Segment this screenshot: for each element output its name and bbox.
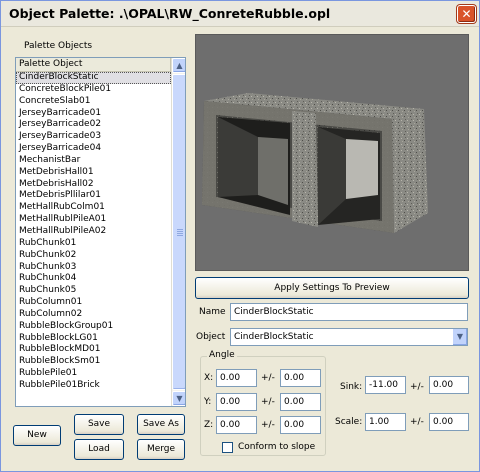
scale-input[interactable]: 1.00 (365, 413, 406, 431)
apply-settings-button[interactable]: Apply Settings To Preview (195, 277, 469, 299)
list-item[interactable]: RubbleBlockMD01 (16, 344, 171, 356)
window-title: Object Palette: .\OPAL\RW_ConreteRubble.… (9, 6, 331, 21)
scrollbar-thumb[interactable] (172, 74, 185, 390)
list-item[interactable]: RubbleBlockLG01 (16, 333, 171, 345)
list-item[interactable]: RubChunk05 (16, 285, 171, 297)
object-select[interactable]: CinderBlockStatic ▼ (230, 328, 468, 346)
list-item[interactable]: ConcreteSlab01 (16, 96, 171, 108)
list-item[interactable]: RubbleBlockSm01 (16, 356, 171, 368)
cinder-block-preview (202, 93, 428, 233)
list-item[interactable]: RubChunk03 (16, 262, 171, 274)
object-label: Object (196, 332, 226, 342)
x-plusminus-label: +/- (261, 373, 275, 383)
list-item[interactable]: RubblePile01 (16, 368, 171, 380)
list-item[interactable]: RubColumn02 (16, 309, 171, 321)
list-item[interactable]: JerseyBarricade02 (16, 119, 171, 131)
object-select-value: CinderBlockStatic (234, 332, 314, 342)
block-center-web (292, 111, 318, 227)
palette-objects-label: Palette Objects (24, 41, 93, 51)
close-icon: ✕ (461, 7, 472, 21)
list-item[interactable]: ConcreteBlockPile01 (16, 84, 171, 96)
palette-object-list[interactable]: Palette Object CinderBlockStatic Concrete… (15, 57, 186, 407)
sink-plusminus-label: +/- (410, 382, 424, 392)
vertical-scrollbar[interactable]: ▲ ▼ (171, 58, 185, 406)
list-item[interactable]: JerseyBarricade03 (16, 131, 171, 143)
list-item[interactable]: RubblePile01Brick (16, 380, 171, 392)
block-right-hole-light (346, 139, 378, 199)
list-item[interactable]: RubChunk02 (16, 250, 171, 262)
scale-variance-input[interactable]: 0.00 (429, 413, 469, 431)
merge-button[interactable]: Merge (137, 439, 185, 460)
load-button[interactable]: Load (74, 439, 124, 460)
angle-x-variance-input[interactable]: 0.00 (280, 369, 321, 387)
list-item[interactable]: RubColumn01 (16, 297, 171, 309)
scale-plusminus-label: +/- (410, 417, 424, 427)
angle-x-input[interactable]: 0.00 (216, 369, 257, 387)
list-items: CinderBlockStatic ConcreteBlockPile01 Conc… (16, 72, 171, 392)
thumb-grip-line (177, 235, 183, 236)
list-item[interactable]: MetHallRublPileA02 (16, 226, 171, 238)
sink-input[interactable]: -11.00 (365, 376, 406, 394)
conform-to-slope-checkbox[interactable] (222, 442, 233, 453)
save-as-button[interactable]: Save As (137, 414, 185, 435)
z-label: Z: (204, 420, 214, 430)
object-dropdown-button[interactable]: ▼ (452, 329, 467, 345)
list-item[interactable]: MechanistBar (16, 155, 171, 167)
block-left-hole-light (258, 137, 288, 205)
list-item[interactable]: RubChunk04 (16, 273, 171, 285)
save-button[interactable]: Save (74, 414, 124, 435)
chevron-down-icon: ▼ (456, 332, 464, 341)
object-palette-window: Object Palette: .\OPAL\RW_ConreteRubble.… (0, 0, 480, 472)
sink-variance-input[interactable]: 0.00 (429, 376, 469, 394)
list-item[interactable]: JerseyBarricade04 (16, 143, 171, 155)
scale-label: Scale: (335, 417, 363, 427)
name-input[interactable]: CinderBlockStatic (230, 303, 468, 321)
name-label: Name (199, 307, 226, 317)
list-item[interactable]: MetHallRublPileA01 (16, 214, 171, 226)
scroll-down-button[interactable]: ▼ (172, 391, 185, 406)
thumb-grip-line (177, 229, 183, 230)
list-item[interactable]: JerseyBarricade01 (16, 108, 171, 120)
conform-to-slope-label: Conform to slope (238, 442, 316, 452)
angle-y-input[interactable]: 0.00 (216, 393, 257, 411)
scroll-up-button[interactable]: ▲ (172, 58, 185, 73)
chevron-up-icon: ▲ (176, 61, 183, 70)
list-item[interactable]: MetDebrisHall02 (16, 179, 171, 191)
x-label: X: (204, 373, 214, 383)
new-button[interactable]: New (13, 425, 61, 446)
angle-group-title: Angle (207, 350, 237, 360)
list-item[interactable]: RubbleBlockGroup01 (16, 321, 171, 333)
chevron-down-icon: ▼ (176, 394, 183, 403)
angle-y-variance-input[interactable]: 0.00 (280, 393, 321, 411)
title-bar[interactable]: Object Palette: .\OPAL\RW_ConreteRubble.… (1, 1, 479, 27)
column-header-palette-object[interactable]: Palette Object (16, 58, 171, 72)
y-plusminus-label: +/- (261, 397, 275, 407)
y-label: Y: (204, 397, 212, 407)
list-item[interactable]: MetHallRubColm01 (16, 202, 171, 214)
list-item[interactable]: MetDebrisHall01 (16, 167, 171, 179)
block-right-face (392, 109, 428, 233)
list-item[interactable]: CinderBlockStatic (16, 72, 171, 84)
list-item[interactable]: MetDebrisPllilar01 (16, 190, 171, 202)
angle-z-input[interactable]: 0.00 (216, 416, 257, 434)
sink-label: Sink: (340, 382, 363, 392)
thumb-grip-line (177, 231, 183, 232)
thumb-grip-line (177, 233, 183, 234)
angle-z-variance-input[interactable]: 0.00 (280, 416, 321, 434)
list-item[interactable]: RubChunk01 (16, 238, 171, 250)
z-plusminus-label: +/- (261, 420, 275, 430)
object-preview-viewport[interactable] (195, 34, 469, 271)
close-button[interactable]: ✕ (457, 5, 476, 23)
